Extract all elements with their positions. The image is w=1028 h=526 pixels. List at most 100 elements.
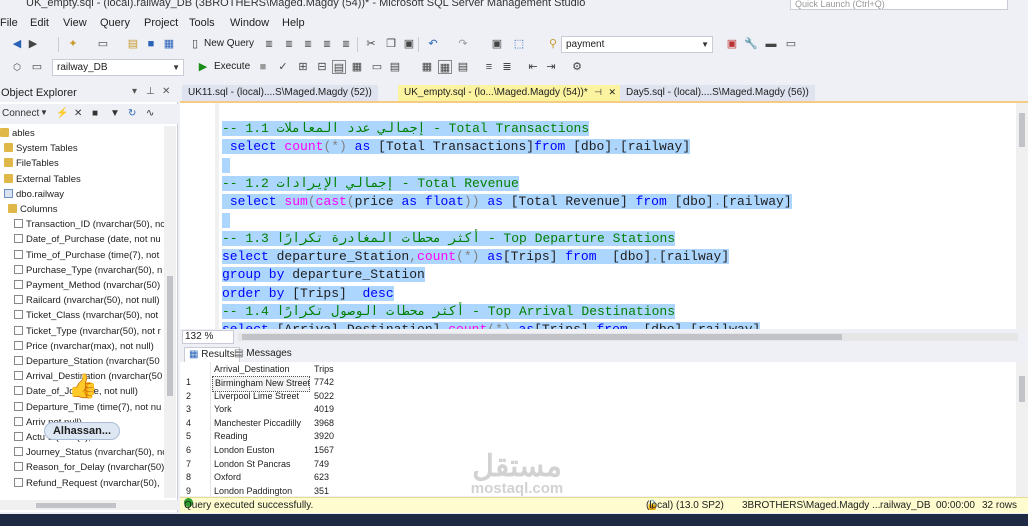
- tree-item[interactable]: Reason_for_Delay (nvarchar(50): [14, 460, 164, 475]
- new-query-button[interactable]: New Query: [204, 38, 254, 49]
- scroll-thumb[interactable]: [36, 503, 116, 508]
- chevron-down-icon[interactable]: ▼: [40, 108, 48, 117]
- find-in-files-icon[interactable]: ⚲: [546, 37, 560, 51]
- tree-item[interactable]: Transaction_ID (nvarchar(50), nc: [14, 217, 164, 232]
- statistics-icon[interactable]: ▦: [420, 60, 434, 74]
- tree-item[interactable]: External Tables: [4, 172, 81, 187]
- tree-item[interactable]: Railcard (nvarchar(50), not null): [14, 293, 160, 308]
- menu-view[interactable]: View: [63, 17, 87, 29]
- menu-window[interactable]: Window: [230, 17, 269, 29]
- decrease-indent-icon[interactable]: ⇤: [526, 60, 540, 74]
- database-select[interactable]: railway_DB ▼: [52, 59, 184, 76]
- pin-icon[interactable]: ⊣: [594, 85, 602, 100]
- connect-icon[interactable]: ⬡: [10, 60, 24, 74]
- cell-arrival-destination[interactable]: Reading: [212, 430, 310, 444]
- tree-item[interactable]: Date_of_Purchase (date, not nu: [14, 232, 161, 247]
- pin-icon[interactable]: ⊥: [146, 86, 155, 97]
- tree-item[interactable]: System Tables: [4, 141, 78, 156]
- copy-icon[interactable]: ❐: [384, 37, 398, 51]
- execute-icon[interactable]: ▶: [196, 60, 210, 74]
- disconnect-icon[interactable]: ✕: [74, 108, 82, 119]
- column-header-trips[interactable]: Trips: [314, 363, 334, 376]
- tree-item[interactable]: FileTables: [4, 156, 59, 171]
- column-header-arrival-destination[interactable]: Arrival_Destination: [214, 363, 290, 376]
- oe-vertical-scrollbar[interactable]: [164, 126, 176, 498]
- results-to-text-icon[interactable]: ▤: [332, 60, 346, 74]
- menu-query[interactable]: Query: [100, 17, 130, 29]
- specify-values-icon[interactable]: ⚙: [570, 60, 584, 74]
- menu-tools[interactable]: Tools: [189, 17, 215, 29]
- options-icon[interactable]: ▭: [784, 37, 798, 51]
- results-to-grid-icon[interactable]: ▦: [350, 60, 364, 74]
- tree-item[interactable]: Columns: [8, 202, 58, 217]
- connect-server-icon[interactable]: ⚡: [56, 108, 68, 119]
- forward-icon[interactable]: ▶: [26, 37, 40, 51]
- tree-item[interactable]: Refund_Request (nvarchar(50),: [14, 476, 160, 491]
- scroll-thumb[interactable]: [167, 276, 173, 396]
- table-row[interactable]: 2 Liverpool Lime Street 5022: [180, 390, 380, 404]
- table-row[interactable]: 7 London St Pancras 749: [180, 458, 380, 472]
- query-designer-icon[interactable]: ⊟: [315, 60, 329, 74]
- cell-trips[interactable]: 623: [312, 471, 342, 485]
- tree-item[interactable]: Purchase_Type (nvarchar(50), n: [14, 263, 162, 278]
- scroll-thumb[interactable]: [1019, 376, 1025, 402]
- paste-icon[interactable]: ▣: [402, 37, 416, 51]
- tree-item[interactable]: Ticket_Type (nvarchar(50), not r: [14, 324, 161, 339]
- tree-item[interactable]: dbo.railway: [4, 187, 64, 202]
- close-icon[interactable]: ✕: [162, 86, 170, 97]
- new-project-icon[interactable]: ✦: [66, 37, 80, 51]
- scroll-thumb[interactable]: [1019, 113, 1025, 147]
- close-tab-icon[interactable]: ✕: [608, 85, 616, 100]
- cell-trips[interactable]: 1567: [312, 444, 342, 458]
- cell-trips[interactable]: 7742: [312, 376, 342, 390]
- add-item-icon[interactable]: ▭: [96, 37, 110, 51]
- mdx-query-icon[interactable]: ▥: [262, 37, 276, 51]
- table-row[interactable]: 8 Oxford 623: [180, 471, 380, 485]
- tree-item[interactable]: Departure_Time (time(7), not nu: [14, 400, 161, 415]
- cell-trips[interactable]: 5022: [312, 390, 342, 404]
- toolbox-icon[interactable]: ▬: [764, 37, 778, 51]
- new-query-icon[interactable]: ▯: [188, 37, 202, 51]
- refresh-icon[interactable]: ↻: [128, 108, 136, 119]
- cell-arrival-destination[interactable]: London St Pancras: [212, 458, 310, 472]
- menu-file[interactable]: File: [0, 17, 18, 29]
- menu-help[interactable]: Help: [282, 17, 305, 29]
- table-row[interactable]: 6 London Euston 1567: [180, 444, 380, 458]
- scroll-thumb[interactable]: [242, 334, 842, 340]
- cell-trips[interactable]: 749: [312, 458, 342, 472]
- tree-item[interactable]: Price (nvarchar(max), not null): [14, 339, 154, 354]
- back-icon[interactable]: ◀: [10, 37, 24, 51]
- das-query-icon[interactable]: ▥: [320, 37, 334, 51]
- display-plan-icon[interactable]: ⊞: [296, 60, 310, 74]
- tab-messages[interactable]: ▤ Messages: [230, 347, 296, 362]
- tree-item[interactable]: ables: [0, 126, 35, 141]
- comment-icon[interactable]: ≡: [482, 60, 496, 74]
- cell-arrival-destination[interactable]: York: [212, 403, 310, 417]
- properties-icon[interactable]: ▣: [725, 37, 739, 51]
- stop-icon[interactable]: ■: [256, 60, 270, 74]
- uncomment-icon[interactable]: ≣: [500, 60, 514, 74]
- find-combo[interactable]: payment ▼: [561, 36, 713, 53]
- results-to-file-icon[interactable]: ▭: [370, 60, 384, 74]
- sql-editor[interactable]: -- 1.1 إجمالي عدد المعاملات - Total Tran…: [180, 103, 1016, 329]
- pin-dropdown-icon[interactable]: ▾: [132, 86, 137, 97]
- oe-horizontal-scrollbar[interactable]: [0, 500, 178, 510]
- tab-uk-empty[interactable]: UK_empty.sql - (lo...\Maged.Magdy (54))*…: [398, 85, 620, 101]
- cell-arrival-destination[interactable]: Oxford: [212, 471, 310, 485]
- quick-launch-input[interactable]: Quick Launch (Ctrl+Q): [790, 0, 1008, 10]
- zoom-select[interactable]: 132 %: [182, 330, 234, 344]
- wrench-icon[interactable]: 🔧: [744, 37, 758, 51]
- stop-icon[interactable]: ■: [92, 108, 98, 119]
- execute-button[interactable]: Execute: [214, 61, 250, 72]
- tab-uk11[interactable]: UK11.sql - (local)....S\Maged.Magdy (52)…: [182, 85, 378, 101]
- editor-vertical-scrollbar[interactable]: [1016, 103, 1028, 329]
- tab-day5[interactable]: Day5.sql - (local)....S\Maged.Magdy (56)…: [620, 85, 815, 101]
- activity-icon[interactable]: ∿: [146, 108, 154, 119]
- menu-project[interactable]: Project: [144, 17, 178, 29]
- filter-icon[interactable]: ▼: [110, 108, 120, 119]
- change-connection-icon[interactable]: ▭: [30, 60, 44, 74]
- open-file-icon[interactable]: ▤: [126, 37, 140, 51]
- chevron-down-icon[interactable]: ▼: [172, 60, 180, 75]
- cell-trips[interactable]: 4019: [312, 403, 342, 417]
- table-row[interactable]: 3 York 4019: [180, 403, 380, 417]
